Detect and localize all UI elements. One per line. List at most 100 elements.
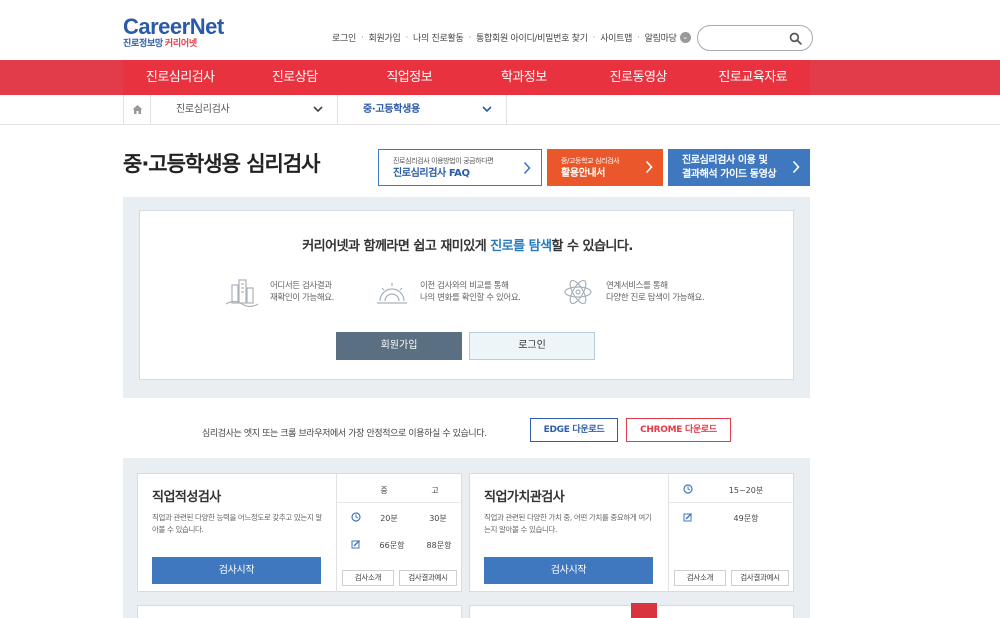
- feature-compare-line2: 나의 변화를 확인할 수 있어요.: [420, 293, 521, 303]
- breadcrumb-home[interactable]: [123, 95, 151, 125]
- util-notice-link[interactable]: 알림마당: [645, 31, 677, 44]
- test-items: 49문항: [733, 514, 759, 523]
- video-guide-button[interactable]: 진로심리검사 이용 및 결과해석 가이드 동영상: [668, 149, 810, 186]
- usage-guide-button[interactable]: 중/고등학교 심리검사 활용안내서: [547, 149, 663, 186]
- util-my-activity-link[interactable]: 나의 진로활동: [413, 31, 464, 44]
- main-nav: 진로심리검사 진로상담 직업정보 학과정보 진로동영상 진로교육자료: [0, 60, 1000, 95]
- home-icon: [132, 105, 143, 114]
- clock-icon: [683, 484, 693, 494]
- floating-badge[interactable]: [631, 603, 657, 618]
- chevron-right-icon: [523, 161, 531, 175]
- util-find-account-link[interactable]: 통합회원 아이디/비밀번호 찾기: [476, 31, 588, 44]
- result-sample-button[interactable]: 검사결과예시: [399, 570, 457, 586]
- card-divider: [336, 474, 337, 593]
- test-intro-button[interactable]: 검사소개: [342, 570, 394, 586]
- search-input[interactable]: [708, 31, 788, 45]
- careernet-logo[interactable]: CareerNet 진로정보망 커리어넷: [123, 16, 224, 50]
- high-items: 88문항: [426, 541, 452, 550]
- feature-linked-line1: 연계서비스를 통해: [606, 281, 668, 291]
- nav-item-psych-test[interactable]: 진로심리검사: [123, 60, 238, 95]
- search-box: [697, 25, 813, 51]
- high-time: 30분: [429, 514, 447, 523]
- gear-compare-icon: [377, 283, 407, 304]
- values-test-card: 직업가치관검사 직업과 관련된 다양한 가치 중, 어떤 가치를 중요하게 여기…: [469, 473, 794, 593]
- pencil-icon: [683, 513, 692, 522]
- faq-button-caption: 진로심리검사 이용방법이 궁금하다면: [393, 156, 494, 165]
- next-card-peek: [137, 605, 462, 618]
- aptitude-test-card: 직업적성검사 직업과 관련된 다양한 능력을 어느정도로 갖추고 있는지 알아볼…: [137, 473, 462, 593]
- high-school-header: 고: [431, 486, 439, 495]
- card-title: 직업적성검사: [152, 490, 221, 505]
- intro-panel: 커리어넷과 함께라면 쉽고 재미있게 진로를 탐색할 수 있습니다. 어디서든 …: [123, 197, 810, 398]
- logo-sub-red: 커리어넷: [164, 39, 197, 49]
- util-sitemap-link[interactable]: 사이트맵: [600, 31, 632, 44]
- utility-links: 로그인 · 회원가입 · 나의 진로활동 · 통합회원 아이디/비밀번호 찾기 …: [332, 31, 691, 44]
- chevron-right-icon: [645, 160, 653, 174]
- video-guide-line2: 결과해석 가이드 동영상: [682, 169, 777, 180]
- chevron-right-icon: [792, 160, 800, 174]
- chrome-download-button[interactable]: CHROME 다운로드: [626, 418, 731, 442]
- nav-item-job-info[interactable]: 직업정보: [352, 60, 467, 95]
- chevron-down-icon: [313, 106, 323, 113]
- intro-panel-box: 커리어넷과 함께라면 쉽고 재미있게 진로를 탐색할 수 있습니다. 어디서든 …: [139, 210, 794, 380]
- breadcrumb: 진로심리검사 중·고등학생용: [0, 95, 1000, 125]
- result-sample-button[interactable]: 검사결과예시: [731, 570, 789, 586]
- breadcrumb-level1-select[interactable]: 진로심리검사: [151, 95, 338, 125]
- browser-notice: 심리검사는 엣지 또는 크롬 브라우저에서 가장 안정적으로 이용하실 수 있습…: [202, 429, 487, 439]
- logo-wordmark: CareerNet: [123, 14, 224, 39]
- intro-suffix: 할 수 있습니다.: [551, 239, 634, 254]
- intro-highlight: 진로를 탐색: [490, 239, 552, 254]
- util-separator: ·: [360, 32, 364, 43]
- breadcrumb-level2-label: 중·고등학생용: [363, 104, 420, 115]
- middle-items: 66문항: [379, 541, 405, 550]
- search-icon[interactable]: [789, 32, 802, 45]
- atom-icon: [564, 279, 592, 305]
- buildings-icon: [225, 279, 259, 307]
- site-header: CareerNet 진로정보망 커리어넷 로그인 · 회원가입 · 나의 진로활동…: [0, 0, 1000, 60]
- usage-guide-label: 활용안내서: [561, 167, 606, 179]
- join-button[interactable]: 회원가입: [336, 332, 462, 360]
- row-divider: [669, 502, 794, 503]
- util-separator: ·: [405, 32, 408, 43]
- nav-item-counseling[interactable]: 진로상담: [238, 60, 353, 95]
- page-title: 중·고등학생용 심리검사: [123, 152, 320, 176]
- faq-button-label: 진로심리검사 FAQ: [393, 167, 470, 179]
- util-separator: ·: [468, 32, 472, 43]
- chevron-down-icon[interactable]: ⌄: [679, 32, 691, 43]
- chevron-down-icon: [482, 106, 492, 113]
- util-login-link[interactable]: 로그인: [332, 31, 356, 44]
- main-nav-menu: 진로심리검사 진로상담 직업정보 학과정보 진로동영상 진로교육자료: [123, 60, 810, 95]
- faq-button[interactable]: 진로심리검사 이용방법이 궁금하다면 진로심리검사 FAQ: [378, 149, 542, 186]
- feature-recheck-line2: 재확인이 가능해요.: [270, 293, 334, 303]
- video-guide-line1: 진로심리검사 이용 및: [682, 155, 768, 166]
- feature-recheck: 어디서든 검사결과 재확인이 가능해요.: [224, 277, 334, 307]
- feature-compare: 이전 검사와의 비교를 통해 나의 변화를 확인할 수 있어요.: [374, 277, 521, 307]
- intro-prefix: 커리어넷과 함께라면 쉽고 재미있게: [302, 239, 491, 254]
- util-separator: ·: [637, 32, 640, 43]
- middle-school-header: 중: [380, 486, 388, 495]
- breadcrumb-level1-label: 진로심리검사: [176, 104, 230, 115]
- logo-sub-blue: 진로정보망: [123, 39, 163, 49]
- start-test-button[interactable]: 검사시작: [484, 557, 653, 584]
- util-separator: ·: [592, 32, 596, 43]
- test-intro-button[interactable]: 검사소개: [674, 570, 726, 586]
- middle-time: 20분: [380, 514, 398, 523]
- test-time: 15~20분: [728, 486, 764, 495]
- feature-linked: 연계서비스를 통해 다양한 진로 탐색이 가능해요.: [560, 277, 705, 307]
- login-button[interactable]: 로그인: [469, 332, 595, 360]
- logo-subtitle: 진로정보망 커리어넷: [123, 39, 224, 50]
- card-title: 직업가치관검사: [484, 490, 565, 505]
- start-test-button[interactable]: 검사시작: [152, 557, 321, 584]
- intro-headline: 커리어넷과 함께라면 쉽고 재미있게 진로를 탐색할 수 있습니다.: [140, 235, 795, 254]
- nav-item-edu-materials[interactable]: 진로교육자료: [696, 60, 811, 95]
- breadcrumb-level2-select[interactable]: 중·고등학생용: [338, 95, 507, 125]
- feature-recheck-line1: 어디서든 검사결과: [270, 281, 332, 291]
- util-join-link[interactable]: 회원가입: [369, 31, 401, 44]
- card-divider: [668, 474, 669, 593]
- feature-linked-line2: 다양한 진로 탐색이 가능해요.: [606, 293, 705, 303]
- edge-download-button[interactable]: EDGE 다운로드: [530, 418, 618, 442]
- nav-item-major-info[interactable]: 학과정보: [467, 60, 582, 95]
- row-divider: [337, 502, 462, 503]
- nav-item-videos[interactable]: 진로동영상: [581, 60, 696, 95]
- pencil-icon: [351, 540, 360, 549]
